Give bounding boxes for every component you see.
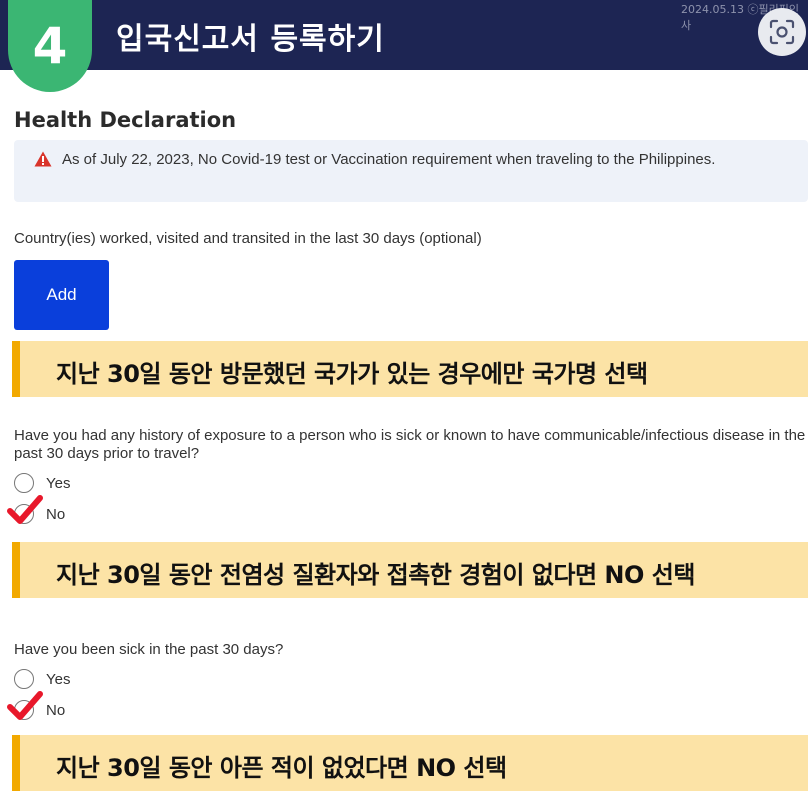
page-title: 입국신고서 등록하기 (116, 22, 385, 57)
radio-button[interactable] (14, 669, 34, 689)
callout-sick: 지난 30일 동안 아픈 적이 없었다면 NO 선택 (12, 735, 808, 791)
exposure-yes-option[interactable]: Yes (14, 472, 70, 494)
image-search-icon (769, 19, 795, 45)
covid-notice: As of July 22, 2023, No Covid-19 test or… (14, 140, 808, 202)
callout-text: 지난 30일 동안 아픈 적이 없었다면 NO 선택 (56, 754, 507, 782)
countries-question: Country(ies) worked, visited and transit… (14, 230, 482, 247)
callout-exposure: 지난 30일 동안 전염성 질환자와 접촉한 경험이 없다면 NO 선택 (12, 542, 808, 598)
radio-label: No (46, 701, 66, 719)
radio-label: Yes (46, 670, 71, 688)
callout-text: 지난 30일 동안 전염성 질환자와 접촉한 경험이 없다면 NO 선택 (56, 561, 695, 589)
step-badge: 4 (8, 0, 92, 92)
warning-triangle-icon (34, 151, 52, 167)
callout-text: 지난 30일 동안 방문했던 국가가 있는 경우에만 국가명 선택 (56, 360, 648, 388)
sick-question: Have you been sick in the past 30 days? (14, 641, 284, 658)
checkmark-icon (7, 691, 43, 720)
notice-text: As of July 22, 2023, No Covid-19 test or… (62, 151, 716, 168)
callout-countries: 지난 30일 동안 방문했던 국가가 있는 경우에만 국가명 선택 (12, 341, 808, 397)
exposure-question: Have you had any history of exposure to … (14, 427, 806, 462)
image-search-button[interactable] (758, 8, 806, 56)
radio-label: No (46, 505, 66, 523)
checkmark-icon (7, 495, 43, 524)
radio-button[interactable] (14, 473, 34, 493)
section-heading: Health Declaration (14, 108, 237, 132)
add-country-button[interactable]: Add (14, 260, 109, 330)
sick-yes-option[interactable]: Yes (14, 668, 70, 690)
radio-label: Yes (46, 474, 71, 492)
